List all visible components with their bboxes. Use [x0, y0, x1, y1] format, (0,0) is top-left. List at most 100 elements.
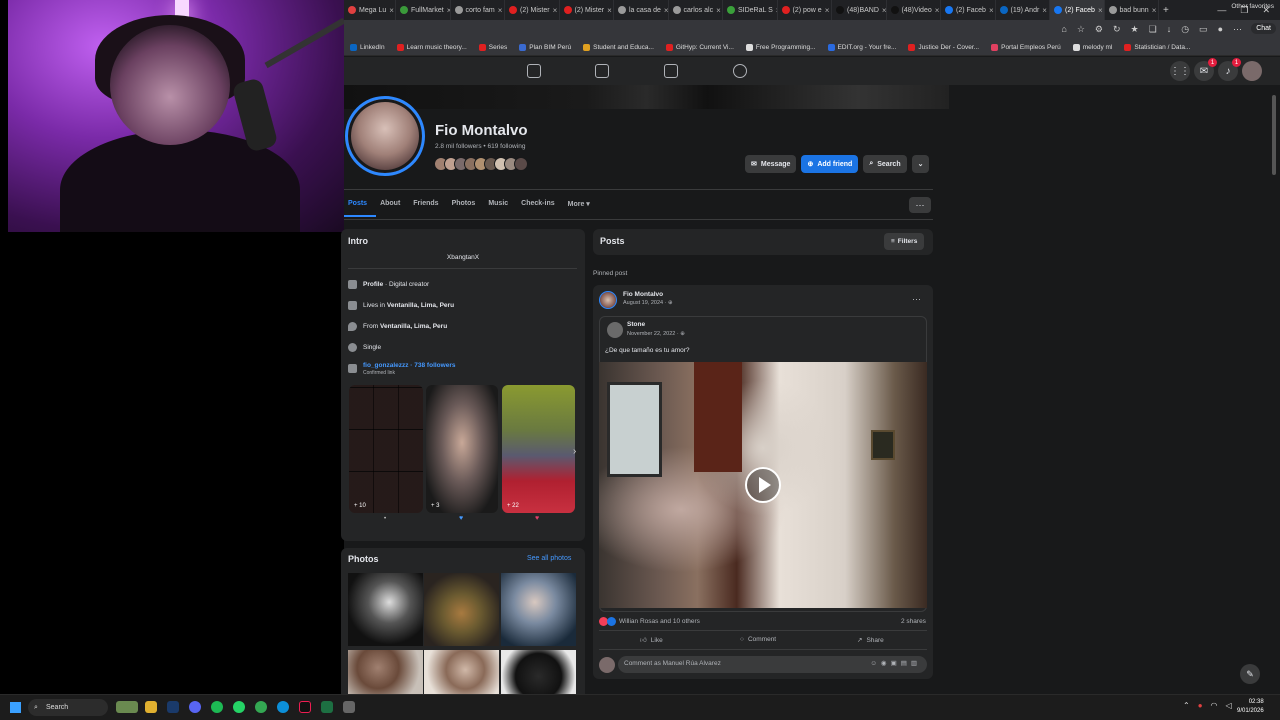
photo-thumbnail[interactable]: [348, 573, 423, 646]
favorites-icon[interactable]: ★: [1131, 24, 1139, 35]
excel-icon[interactable]: [321, 701, 333, 713]
whatsapp-icon[interactable]: [233, 701, 245, 713]
taskbar-search[interactable]: ⌕ Search: [28, 699, 108, 716]
bookmark-item[interactable]: Learn music theory...: [391, 44, 473, 51]
browser-tab[interactable]: (2) Faceb ×: [941, 0, 996, 20]
steam-icon[interactable]: [167, 701, 179, 713]
browser-tab[interactable]: Mega Lu ×: [344, 0, 396, 20]
wallet-icon[interactable]: ▭: [1199, 24, 1208, 35]
browser-tab[interactable]: carlos alc ×: [669, 0, 723, 20]
profile-tab[interactable]: Music: [484, 196, 517, 217]
bookmark-item[interactable]: Series: [473, 44, 513, 51]
groups-icon[interactable]: [733, 64, 747, 78]
tab-close-icon[interactable]: ×: [989, 6, 994, 15]
profile-stats[interactable]: 2.8 mil followers • 619 following: [435, 143, 525, 150]
browser-tab[interactable]: SIDeRaL S×: [723, 0, 778, 20]
friends-avatars[interactable]: [434, 157, 528, 171]
profile-tab[interactable]: Check-ins: [517, 196, 563, 217]
featured-collection-1[interactable]: + 10: [349, 385, 423, 513]
menu-icon[interactable]: ⋯: [1233, 24, 1242, 35]
tabs-more-button[interactable]: ⋯: [909, 197, 931, 213]
photo-thumbnail[interactable]: [348, 650, 423, 694]
profile-avatar[interactable]: [345, 96, 425, 176]
tab-close-icon[interactable]: ×: [553, 6, 558, 15]
address-bar[interactable]: ⌂ ☆ ⚙ ↻ ★ ❏ ↓ ◷ ▭ ● ⋯ Chat: [344, 20, 1280, 40]
new-tab-button[interactable]: +: [1159, 0, 1173, 20]
see-all-photos-link[interactable]: See all photos: [527, 555, 571, 562]
other-favorites[interactable]: Other favorites: [1231, 3, 1274, 10]
profile-tab[interactable]: Photos: [448, 196, 485, 217]
messenger-icon[interactable]: ✉ 1: [1194, 58, 1217, 81]
tab-close-icon[interactable]: ×: [1042, 6, 1047, 15]
tab-close-icon[interactable]: ×: [498, 6, 503, 15]
tab-close-icon[interactable]: ×: [825, 6, 830, 15]
profile-tab[interactable]: Posts: [344, 196, 377, 217]
tab-close-icon[interactable]: ×: [1152, 6, 1157, 15]
bookmark-item[interactable]: Plan BIM Perú: [513, 44, 577, 51]
wifi-icon[interactable]: ◠: [1211, 701, 1218, 710]
video-icon[interactable]: [595, 64, 609, 78]
volume-icon[interactable]: ◁: [1226, 701, 1232, 710]
tab-close-icon[interactable]: ×: [607, 6, 612, 15]
featured-collection-3[interactable]: + 22: [502, 385, 575, 513]
instagram-link[interactable]: fio_gonzalezzz · 738 followers: [363, 362, 455, 369]
comment-tools-icons[interactable]: ☺◉▣▤▥: [870, 659, 921, 667]
tiktok-icon[interactable]: [299, 701, 311, 713]
browser-tab[interactable]: (2) Faceb ×: [1050, 0, 1105, 20]
browser-tab[interactable]: (2) Mister ×: [505, 0, 560, 20]
history-icon[interactable]: ◷: [1181, 24, 1189, 35]
chevron-up-icon[interactable]: ⌃: [1183, 701, 1190, 710]
intro-from-place[interactable]: Ventanilla, Lima, Peru: [380, 323, 447, 330]
refresh-icon[interactable]: ↻: [1113, 24, 1121, 35]
bookmark-item[interactable]: melody ml: [1067, 44, 1119, 51]
shared-post-date[interactable]: November 22, 2022 · ⊕: [627, 331, 685, 337]
collections-icon[interactable]: ❏: [1149, 24, 1157, 35]
bookmark-item[interactable]: Justice Der - Cover...: [902, 44, 985, 51]
profile-icon[interactable]: ●: [1218, 24, 1223, 35]
home-icon[interactable]: [527, 64, 541, 78]
bookmark-item[interactable]: Statistician / Data...: [1118, 44, 1196, 51]
bookmark-item[interactable]: EDIT.org - Your fre...: [822, 44, 903, 51]
browser-tab[interactable]: (48)BAND ×: [832, 0, 887, 20]
account-avatar[interactable]: [1242, 61, 1262, 81]
browser-tab[interactable]: FullMarket×: [396, 0, 451, 20]
search-button[interactable]: ⌕ Search: [863, 155, 907, 173]
add-friend-button[interactable]: ⊕ Add friend: [801, 155, 859, 173]
browser-tab[interactable]: bad bunn ×: [1105, 0, 1159, 20]
notepad-icon[interactable]: [343, 701, 355, 713]
star-icon[interactable]: ☆: [1077, 24, 1085, 35]
more-dropdown-button[interactable]: ⌄: [911, 155, 930, 173]
taskbar-clock[interactable]: 02:38 9/01/2026: [1237, 698, 1264, 716]
compose-icon[interactable]: ✎: [1240, 664, 1260, 684]
shared-author-avatar[interactable]: [607, 322, 623, 338]
photo-thumbnail[interactable]: [424, 573, 499, 646]
file-explorer-icon[interactable]: [145, 701, 157, 713]
chrome-icon[interactable]: [255, 701, 267, 713]
bookmark-item[interactable]: Portal Empleos Perú: [985, 44, 1067, 51]
bookmark-item[interactable]: GitHyp: Current Vi...: [660, 44, 740, 51]
profile-tab[interactable]: More ▾: [564, 196, 599, 217]
browser-tab[interactable]: (2) Mister ×: [560, 0, 614, 20]
discord-icon[interactable]: [189, 701, 201, 713]
profile-tab[interactable]: Friends: [409, 196, 447, 217]
tab-close-icon[interactable]: ×: [1098, 6, 1103, 15]
system-tray[interactable]: ⌃ ● ◠ ◁: [1183, 701, 1232, 710]
bookmark-item[interactable]: Student and Educa...: [577, 44, 660, 51]
mic-icon[interactable]: ●: [1198, 701, 1203, 710]
post-date[interactable]: August 19, 2024 · ⊕: [623, 300, 673, 306]
tab-close-icon[interactable]: ×: [389, 6, 394, 15]
browser-tab[interactable]: (48)Video ×: [887, 0, 941, 20]
extensions-icon[interactable]: ⚙: [1095, 24, 1103, 35]
intro-lives-place[interactable]: Ventanilla, Lima, Peru: [387, 302, 454, 309]
post-options-icon[interactable]: ⋯: [912, 294, 921, 305]
marketplace-icon[interactable]: [664, 64, 678, 78]
download-icon[interactable]: ↓: [1167, 24, 1172, 35]
shared-author-name[interactable]: Stone: [627, 321, 645, 328]
spotify-icon[interactable]: [211, 701, 223, 713]
filters-button[interactable]: ≡ Filters: [884, 233, 925, 250]
menu-grid-icon[interactable]: ⋮⋮: [1170, 61, 1190, 81]
featured-next-icon[interactable]: ›: [573, 446, 576, 457]
bookmark-item[interactable]: Free Programming...: [740, 44, 822, 51]
start-icon[interactable]: [10, 702, 21, 713]
play-icon[interactable]: [745, 467, 781, 503]
